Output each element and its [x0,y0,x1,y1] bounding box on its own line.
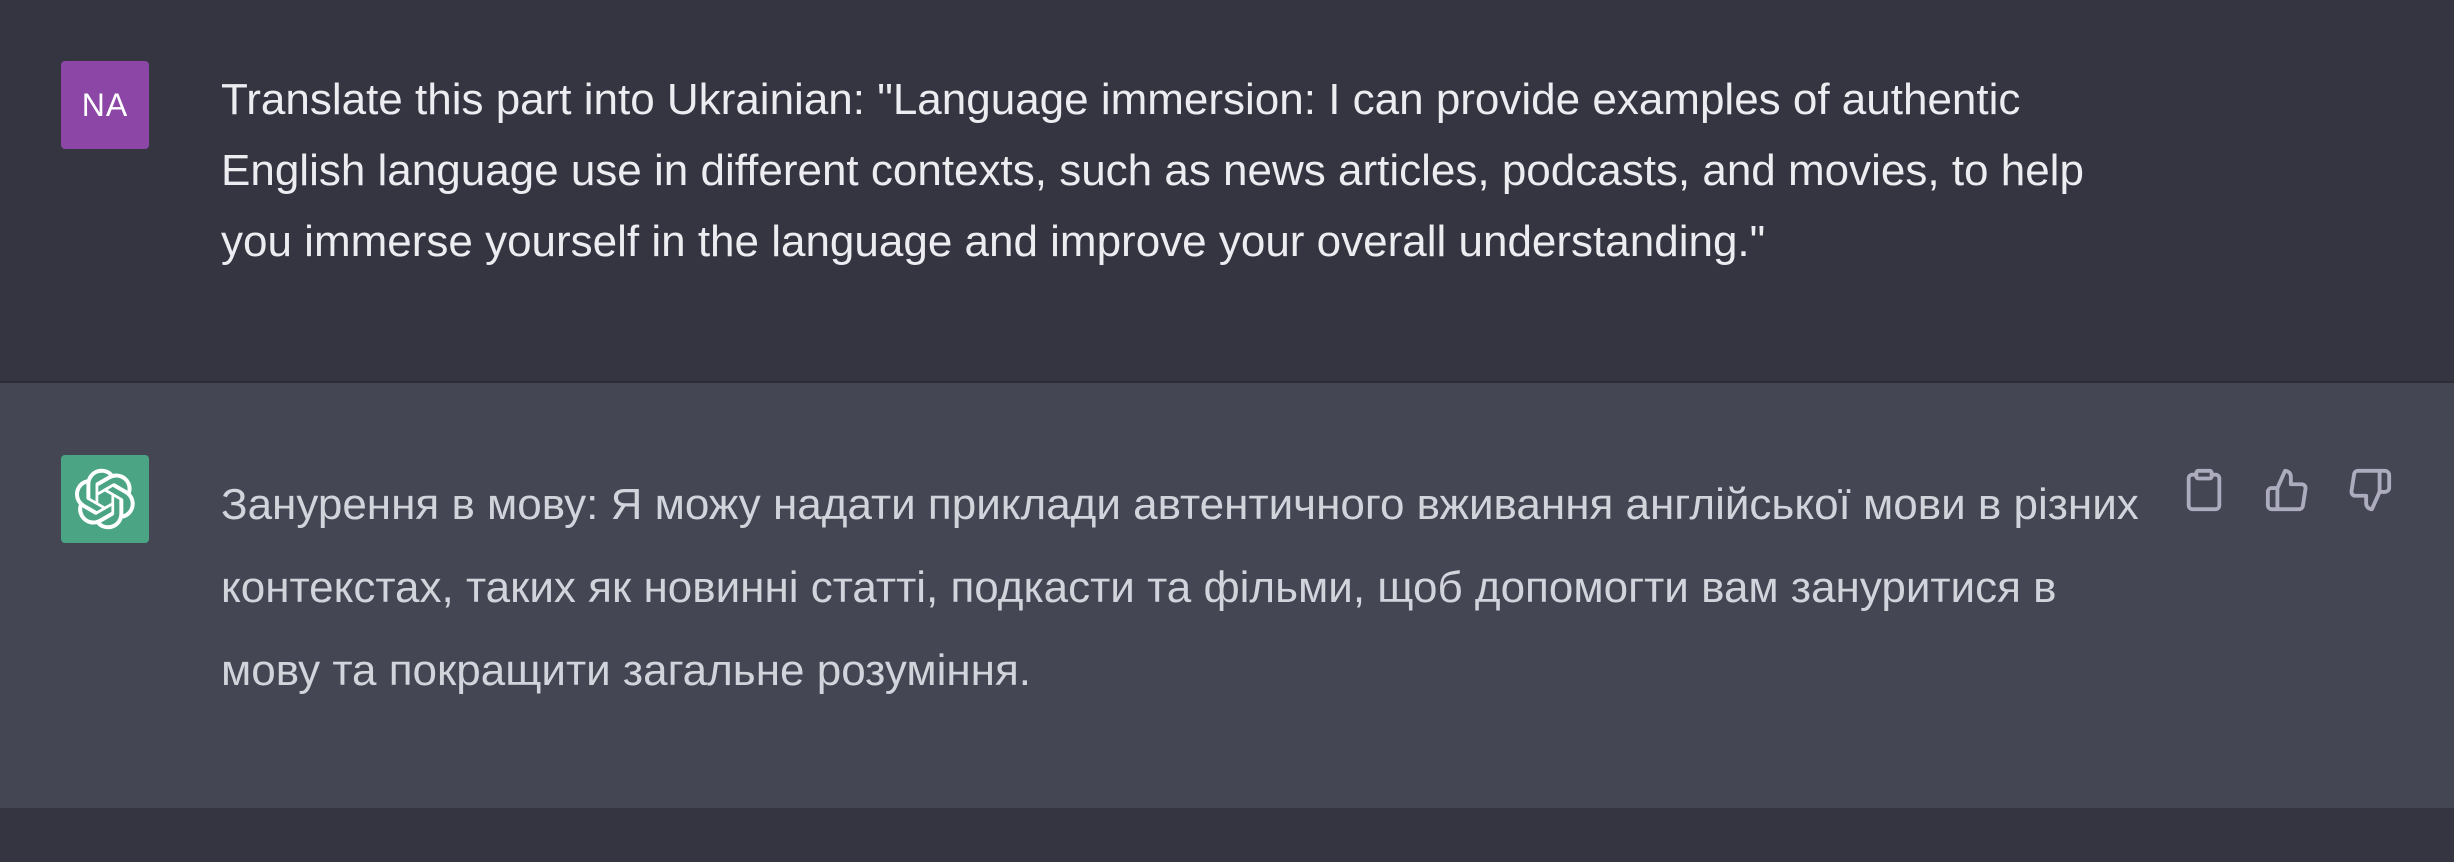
user-message: NA Translate this part into Ukrainian: "… [0,0,2454,381]
thumbs-down-icon [2349,468,2392,512]
thumbs-up-icon [2265,468,2308,512]
thumbs-down-button[interactable] [2346,466,2394,514]
clipboard-icon [2186,468,2222,512]
copy-button[interactable] [2180,466,2228,514]
user-avatar-initials: NA [81,86,129,123]
assistant-message-text: Занурення в мову: Я можу надати приклади… [221,480,2139,695]
chat-bottom-area [0,808,2454,862]
message-actions [2180,466,2394,514]
assistant-message: Занурення в мову: Я можу надати приклади… [0,381,2454,808]
thumbs-up-button[interactable] [2263,466,2311,514]
user-avatar: NA [61,61,149,149]
user-message-text: Translate this part into Ukrainian: "Lan… [221,75,2084,266]
openai-logo-icon [75,468,135,530]
assistant-avatar [61,455,149,543]
